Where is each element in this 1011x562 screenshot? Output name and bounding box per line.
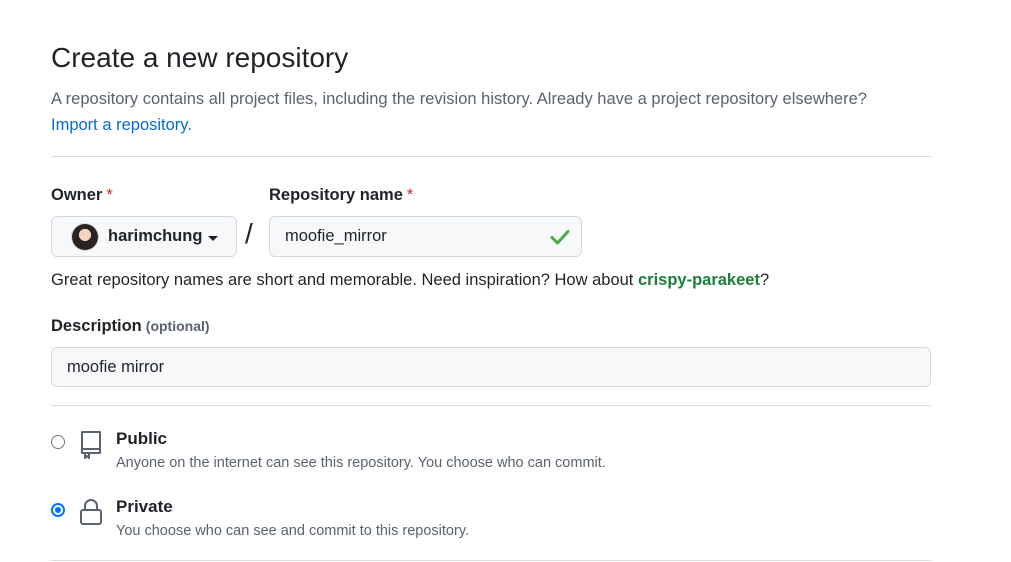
private-title: Private bbox=[116, 497, 173, 516]
avatar bbox=[72, 223, 98, 250]
caret-down-icon bbox=[208, 235, 219, 241]
subtitle-text: A repository contains all project files,… bbox=[51, 90, 867, 108]
repository-name-label-text: Repository name bbox=[269, 186, 403, 204]
owner-dropdown[interactable]: harimchung bbox=[51, 216, 237, 257]
public-radio[interactable] bbox=[51, 435, 65, 449]
owner-repo-separator: / bbox=[245, 218, 253, 249]
check-icon bbox=[550, 230, 570, 245]
public-description: Anyone on the internet can see this repo… bbox=[116, 455, 606, 471]
page-title: Create a new repository bbox=[51, 42, 349, 73]
owner-label: Owner * bbox=[51, 186, 113, 205]
description-input[interactable] bbox=[51, 347, 931, 387]
page-subtitle: A repository contains all project files,… bbox=[51, 86, 951, 138]
description-optional-label: (optional) bbox=[145, 318, 210, 334]
description-label: Description (optional) bbox=[51, 317, 210, 336]
suggested-name-link[interactable]: crispy-parakeet bbox=[638, 271, 760, 289]
public-title: Public bbox=[116, 429, 168, 448]
hint-suffix: ? bbox=[759, 271, 770, 289]
hint-text: Great repository names are short and mem… bbox=[51, 271, 638, 289]
repository-name-input[interactable] bbox=[269, 216, 582, 257]
import-repository-link[interactable]: Import a repository. bbox=[51, 116, 192, 134]
owner-label-text: Owner bbox=[51, 186, 103, 204]
owner-required-mark: * bbox=[106, 186, 113, 204]
repo-icon bbox=[81, 431, 101, 459]
divider bbox=[51, 405, 931, 406]
repository-name-label: Repository name * bbox=[269, 186, 413, 205]
lock-icon bbox=[80, 499, 102, 525]
divider bbox=[51, 156, 931, 157]
private-description: You choose who can see and commit to thi… bbox=[116, 523, 470, 539]
private-radio[interactable] bbox=[51, 503, 65, 517]
repository-name-hint: Great repository names are short and mem… bbox=[51, 271, 769, 290]
owner-name: harimchung bbox=[108, 227, 203, 245]
description-label-text: Description bbox=[51, 317, 142, 335]
repository-name-required-mark: * bbox=[406, 186, 414, 204]
divider bbox=[51, 560, 931, 561]
create-repository-page: Create a new repository A repository con… bbox=[0, 0, 1011, 562]
